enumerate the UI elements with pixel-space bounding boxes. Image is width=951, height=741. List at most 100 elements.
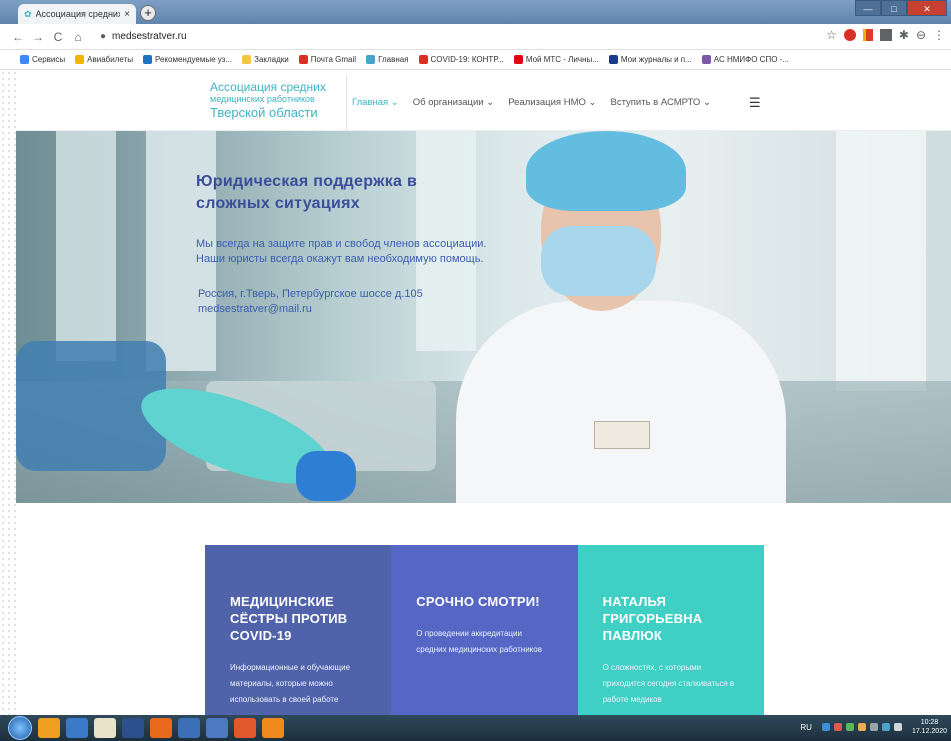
back-icon[interactable]: ←: [10, 30, 26, 44]
bookmark-label: Мой МТС - Личны...: [525, 55, 599, 64]
feature-card[interactable]: СРОЧНО СМОТРИ! О проведении аккредитации …: [391, 545, 578, 715]
card-text: Информационные и обучающие материалы, ко…: [230, 663, 351, 704]
tray-icon[interactable]: [857, 723, 866, 731]
new-tab-button[interactable]: +: [140, 5, 156, 21]
extension-flag-icon[interactable]: [862, 29, 873, 41]
hero-title-line-1: Юридическая поддержка в: [196, 173, 418, 190]
forward-icon[interactable]: →: [30, 30, 46, 44]
bookmark-item[interactable]: Рекомендуемые уз...: [142, 55, 232, 64]
header-divider: [346, 75, 347, 131]
card-title: СРОЧНО СМОТРИ!: [416, 594, 540, 609]
bookmark-item[interactable]: COVID-19: КОНТР...: [418, 55, 504, 64]
hero-nurse-cap: [526, 131, 686, 211]
bookmark-favicon-icon: [298, 55, 308, 64]
card-text: О сложностях, с которыми приходится сего…: [602, 663, 735, 704]
bookmark-item[interactable]: Авиабилеты: [75, 55, 133, 64]
browser-tabbar: ✿ Ассоциация средних медицинс × + — □ ✕: [0, 0, 951, 24]
bookmark-item[interactable]: АС НМИФО СПО -...: [701, 55, 789, 64]
hero-text-line-2: Наши юристы всегда окажут вам необходиму…: [196, 253, 484, 265]
tray-icon[interactable]: [869, 723, 878, 731]
bookmark-item[interactable]: Мои журналы и п...: [608, 55, 692, 64]
bookmark-label: COVID-19: КОНТР...: [430, 55, 504, 64]
bookmark-label: Главная: [378, 55, 409, 64]
taskbar-app-icon[interactable]: [262, 718, 284, 738]
profile-icon[interactable]: ⊖: [916, 28, 926, 42]
bookmark-favicon-icon: [366, 55, 376, 64]
bookmark-favicon-icon: [701, 55, 711, 64]
browser-tab[interactable]: ✿ Ассоциация средних медицинс ×: [18, 4, 136, 24]
nav-item[interactable]: Реализация НМО ⌄: [508, 97, 596, 108]
taskbar-app-icon[interactable]: [122, 718, 144, 738]
windows-taskbar: RU 10:28 17.12.2020: [0, 715, 951, 741]
card-title: МЕДИЦИНСКИЕ СЁСТРЫ ПРОТИВ COVID-19: [230, 594, 348, 643]
taskbar-app-icon[interactable]: [206, 718, 228, 738]
maximize-button[interactable]: □: [881, 0, 907, 16]
system-tray: RU 10:28 17.12.2020: [800, 718, 947, 736]
language-indicator[interactable]: RU: [800, 723, 812, 732]
system-clock[interactable]: 10:28 17.12.2020: [912, 718, 947, 736]
bookmark-item[interactable]: Мой МТС - Личны...: [513, 55, 599, 64]
bookmark-label: Мои журналы и п...: [620, 55, 692, 64]
bookmark-star-icon[interactable]: ☆: [826, 28, 837, 42]
bookmark-label: Авиабилеты: [87, 55, 133, 64]
hero-description: Мы всегда на защите прав и свобод членов…: [196, 237, 496, 267]
nav-item[interactable]: Главная ⌄: [352, 97, 399, 108]
taskbar-app-icon[interactable]: [150, 718, 172, 738]
bookmark-item[interactable]: Главная: [366, 55, 409, 64]
tray-icon[interactable]: [845, 723, 854, 731]
start-button[interactable]: [8, 716, 32, 740]
bookmark-favicon-icon: [418, 55, 428, 64]
minimize-button[interactable]: —: [855, 0, 881, 16]
reload-icon[interactable]: C: [50, 30, 66, 44]
extensions-puzzle-icon[interactable]: ✱: [899, 28, 909, 42]
hero-text: Юридическая поддержка в сложных ситуация…: [196, 171, 496, 317]
lock-icon: ●: [100, 31, 107, 42]
bookmark-item[interactable]: Сервисы: [20, 55, 65, 64]
feature-card[interactable]: МЕДИЦИНСКИЕ СЁСТРЫ ПРОТИВ COVID-19 Информ…: [205, 545, 392, 715]
bookmark-favicon-icon: [513, 55, 523, 64]
tray-icon[interactable]: [833, 723, 842, 731]
taskbar-app-icon[interactable]: [178, 718, 200, 738]
taskbar-app-icon[interactable]: [38, 718, 60, 738]
hero-text-line-1: Мы всегда на защите прав и свобод членов…: [196, 238, 487, 250]
logo-line-1: Ассоциация средних: [210, 80, 326, 94]
main-nav: Главная ⌄ Об организации ⌄ Реализация НМО …: [352, 97, 711, 108]
bookmark-item[interactable]: Закладки: [242, 55, 289, 64]
page-background-pattern: [0, 70, 16, 715]
tab-close-icon[interactable]: ×: [124, 9, 130, 20]
taskbar-app-icon[interactable]: [66, 718, 88, 738]
bookmark-label: Закладки: [254, 55, 289, 64]
feature-cards: МЕДИЦИНСКИЕ СЁСТРЫ ПРОТИВ COVID-19 Информ…: [205, 545, 764, 715]
nav-item[interactable]: Об организации ⌄: [413, 97, 494, 108]
hero-email-link[interactable]: medsestratver@mail.ru: [198, 302, 496, 317]
window-close-button[interactable]: ✕: [907, 0, 947, 16]
feature-card[interactable]: НАТАЛЬЯ ГРИГОРЬЕВНА ПАВЛЮК О сложностях, …: [577, 545, 764, 715]
hamburger-menu-icon[interactable]: ☰: [749, 95, 761, 111]
tab-title: Ассоциация средних медицинс: [35, 9, 121, 19]
taskbar-apps: [38, 718, 284, 738]
bookmark-item[interactable]: Почта Gmail: [298, 55, 357, 64]
taskbar-app-icon[interactable]: [94, 718, 116, 738]
hero-contacts: Россия, г.Тверь, Петербургское шоссе д.1…: [196, 287, 496, 317]
tray-icon[interactable]: [821, 723, 830, 731]
browser-menu-icon[interactable]: ⋮: [933, 28, 945, 42]
card-title: НАТАЛЬЯ ГРИГОРЬЕВНА ПАВЛЮК: [602, 594, 703, 643]
hero-nurse-uniform: [456, 301, 786, 503]
url-field[interactable]: ● medsestratver.ru: [100, 31, 187, 42]
bookmark-label: Почта Gmail: [310, 55, 357, 64]
site-logo[interactable]: Ассоциация средних медицинских работнико…: [210, 80, 326, 121]
hero-title-line-2: сложных ситуациях: [196, 195, 360, 212]
bookmark-favicon-icon: [142, 55, 152, 64]
bookmark-favicon-icon: [20, 55, 29, 64]
extension-red-icon[interactable]: [843, 29, 856, 41]
home-icon[interactable]: ⌂: [70, 30, 86, 44]
taskbar-app-icon[interactable]: [234, 718, 256, 738]
card-text: О проведении аккредитации средних медици…: [416, 629, 542, 654]
nav-item[interactable]: Вступить в АСМРТО ⌄: [610, 97, 710, 108]
network-icon[interactable]: [881, 723, 890, 731]
hero-bg-window: [56, 131, 116, 361]
volume-icon[interactable]: [893, 723, 902, 731]
hero-banner: Юридическая поддержка в сложных ситуация…: [16, 131, 951, 503]
extension-box-icon[interactable]: [879, 29, 892, 41]
clock-time: 10:28: [920, 719, 939, 726]
